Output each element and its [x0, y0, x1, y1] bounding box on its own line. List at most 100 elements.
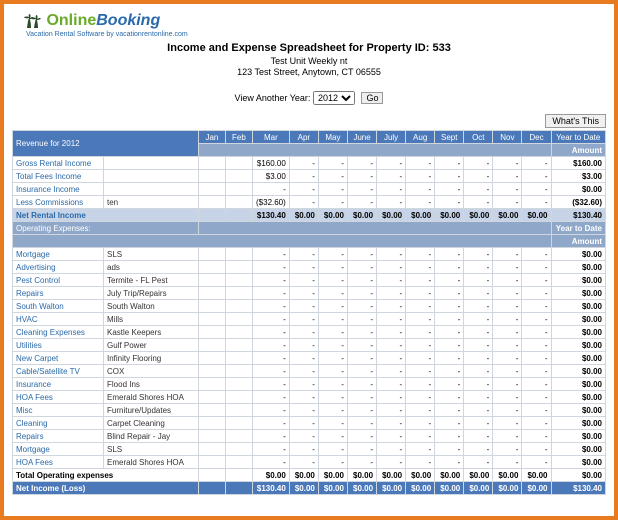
- cell: -: [522, 443, 551, 456]
- table-row: UtilitiesGulf Power----------$0.00: [13, 339, 606, 352]
- go-button[interactable]: Go: [361, 92, 383, 104]
- total-opex-row: Total Operating expenses $0.00 $0.00 $0.…: [13, 469, 606, 482]
- cell: -: [435, 183, 464, 196]
- row-label: Advertising: [13, 261, 104, 274]
- cell: -: [253, 391, 290, 404]
- cell: [199, 196, 226, 209]
- cell: -: [377, 170, 406, 183]
- cell: -: [435, 430, 464, 443]
- col-apr: Apr: [289, 131, 318, 144]
- cell: -: [347, 404, 376, 417]
- row-label: Repairs: [13, 430, 104, 443]
- cell: -: [253, 443, 290, 456]
- row-label: Total Fees Income: [13, 170, 104, 183]
- year-select[interactable]: 2012: [313, 91, 355, 105]
- cell: -: [289, 391, 318, 404]
- cell: -: [347, 287, 376, 300]
- col-jan: Jan: [199, 131, 226, 144]
- cell: -: [318, 352, 347, 365]
- cell: [199, 326, 226, 339]
- cell: -: [347, 365, 376, 378]
- header-row-1: Revenue for 2012 Jan Feb Mar Apr May Jun…: [13, 131, 606, 144]
- cell: -: [318, 326, 347, 339]
- cell: -: [347, 456, 376, 469]
- cell: -: [435, 378, 464, 391]
- cell: [225, 391, 252, 404]
- cell: -: [435, 170, 464, 183]
- cell: -: [347, 157, 376, 170]
- cell: -: [406, 352, 435, 365]
- cell: -: [318, 196, 347, 209]
- cell: -: [522, 404, 551, 417]
- cell: -: [493, 443, 522, 456]
- table-row: CleaningCarpet Cleaning----------$0.00: [13, 417, 606, 430]
- cell: -: [377, 274, 406, 287]
- cell: -: [289, 378, 318, 391]
- page-subtitle: Test Unit Weekly nt: [12, 56, 606, 66]
- cell: -: [289, 274, 318, 287]
- row-label: HOA Fees: [13, 456, 104, 469]
- cell: -: [493, 183, 522, 196]
- cell: -: [377, 417, 406, 430]
- cell: -: [464, 261, 493, 274]
- cell: -: [493, 339, 522, 352]
- cell: -: [435, 196, 464, 209]
- row-vendor: Gulf Power: [104, 339, 199, 352]
- cell: -: [406, 287, 435, 300]
- cell: [225, 404, 252, 417]
- cell: -: [522, 326, 551, 339]
- ytd-cell: $0.00: [551, 339, 606, 352]
- cell: -: [318, 430, 347, 443]
- ytd-cell: $0.00: [551, 287, 606, 300]
- table-row: Cleaning ExpensesKastle Keepers---------…: [13, 326, 606, 339]
- col-ytd: Year to Date: [551, 131, 606, 144]
- cell: -: [318, 404, 347, 417]
- ytd-cell: $0.00: [551, 352, 606, 365]
- cell: -: [464, 287, 493, 300]
- row-label: Mortgage: [13, 248, 104, 261]
- ytd-cell: $0.00: [551, 456, 606, 469]
- cell: [225, 313, 252, 326]
- col-may: May: [318, 131, 347, 144]
- cell: -: [377, 443, 406, 456]
- ytd-cell: $0.00: [551, 404, 606, 417]
- cell: -: [253, 365, 290, 378]
- cell: -: [464, 378, 493, 391]
- cell: -: [464, 352, 493, 365]
- whats-this-button[interactable]: What's This: [545, 114, 606, 128]
- cell: [199, 274, 226, 287]
- cell: [199, 378, 226, 391]
- cell: -: [464, 300, 493, 313]
- title-block: Income and Expense Spreadsheet for Prope…: [12, 42, 606, 77]
- cell: -: [347, 443, 376, 456]
- cell: -: [435, 274, 464, 287]
- ytd-cell: $0.00: [551, 274, 606, 287]
- cell: -: [406, 326, 435, 339]
- cell: -: [493, 170, 522, 183]
- cell: -: [522, 287, 551, 300]
- row-vendor: [104, 183, 199, 196]
- row-label: Insurance: [13, 378, 104, 391]
- cell: -: [522, 378, 551, 391]
- cell: -: [406, 274, 435, 287]
- col-dec: Dec: [522, 131, 551, 144]
- row-vendor: Emerald Shores HOA: [104, 456, 199, 469]
- cell: -: [406, 365, 435, 378]
- cell: -: [435, 352, 464, 365]
- cell: -: [377, 248, 406, 261]
- cell: -: [253, 326, 290, 339]
- cell: -: [377, 326, 406, 339]
- cell: -: [406, 456, 435, 469]
- cell: -: [253, 339, 290, 352]
- row-vendor: Carpet Cleaning: [104, 417, 199, 430]
- row-label: New Carpet: [13, 352, 104, 365]
- col-feb: Feb: [225, 131, 252, 144]
- cell: -: [493, 313, 522, 326]
- row-vendor: Infinity Flooring: [104, 352, 199, 365]
- ytd-cell: $3.00: [551, 170, 606, 183]
- cell: ($32.60): [253, 196, 290, 209]
- cell: -: [435, 417, 464, 430]
- col-jun: June: [347, 131, 376, 144]
- cell: [199, 456, 226, 469]
- page-title: Income and Expense Spreadsheet for Prope…: [12, 42, 606, 54]
